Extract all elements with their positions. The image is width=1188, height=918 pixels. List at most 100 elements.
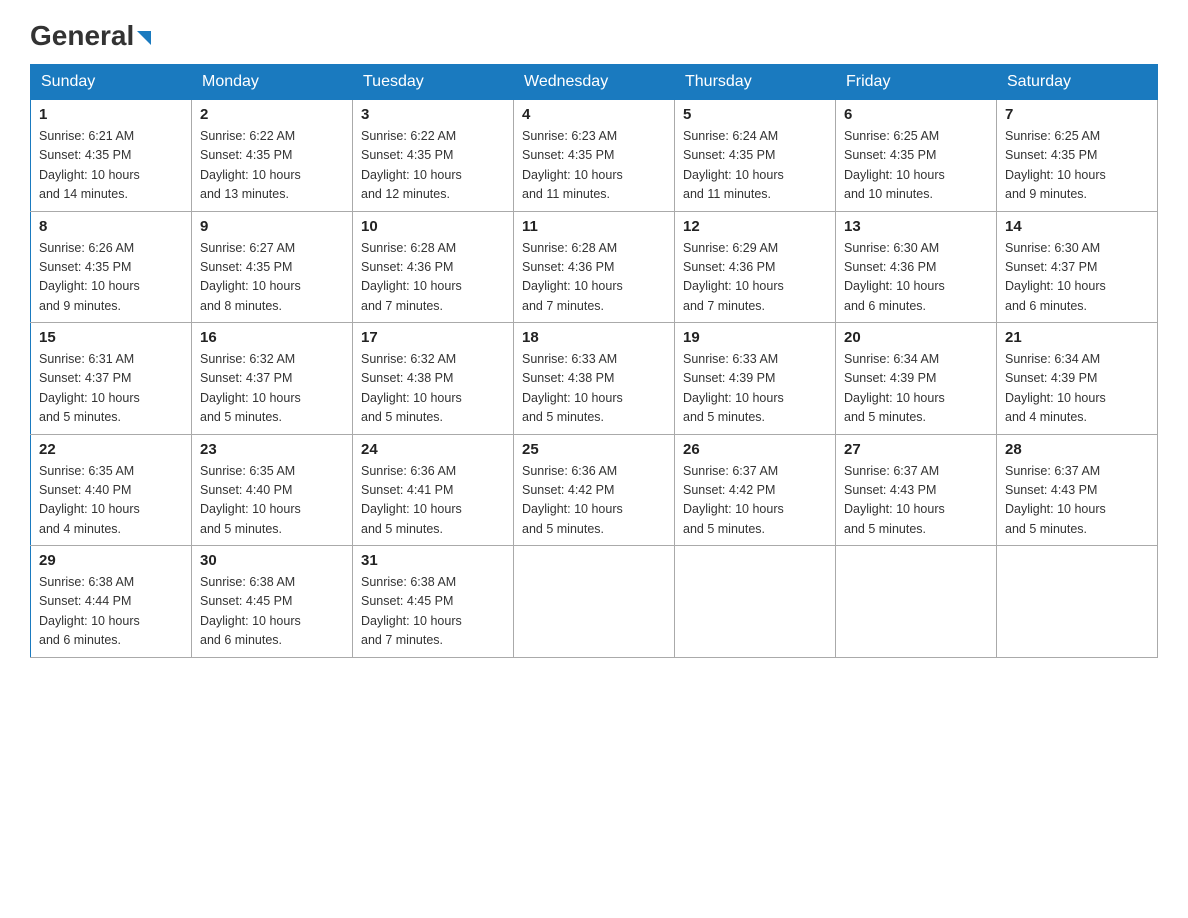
logo-general: General bbox=[30, 20, 134, 52]
calendar-cell: 7 Sunrise: 6:25 AM Sunset: 4:35 PM Dayli… bbox=[997, 100, 1158, 212]
day-number: 14 bbox=[1005, 218, 1149, 235]
day-info: Sunrise: 6:29 AM Sunset: 4:36 PM Dayligh… bbox=[683, 239, 827, 317]
calendar-cell: 23 Sunrise: 6:35 AM Sunset: 4:40 PM Dayl… bbox=[192, 434, 353, 546]
page-header: General bbox=[30, 20, 1158, 48]
day-number: 1 bbox=[39, 106, 183, 123]
calendar-header-row: SundayMondayTuesdayWednesdayThursdayFrid… bbox=[31, 65, 1158, 100]
day-info: Sunrise: 6:30 AM Sunset: 4:37 PM Dayligh… bbox=[1005, 239, 1149, 317]
col-header-wednesday: Wednesday bbox=[514, 65, 675, 100]
day-number: 20 bbox=[844, 329, 988, 346]
day-number: 10 bbox=[361, 218, 505, 235]
calendar-cell: 2 Sunrise: 6:22 AM Sunset: 4:35 PM Dayli… bbox=[192, 100, 353, 212]
day-number: 18 bbox=[522, 329, 666, 346]
calendar-cell: 19 Sunrise: 6:33 AM Sunset: 4:39 PM Dayl… bbox=[675, 323, 836, 435]
calendar-cell: 5 Sunrise: 6:24 AM Sunset: 4:35 PM Dayli… bbox=[675, 100, 836, 212]
day-info: Sunrise: 6:32 AM Sunset: 4:38 PM Dayligh… bbox=[361, 350, 505, 428]
day-info: Sunrise: 6:25 AM Sunset: 4:35 PM Dayligh… bbox=[844, 127, 988, 205]
calendar-cell: 15 Sunrise: 6:31 AM Sunset: 4:37 PM Dayl… bbox=[31, 323, 192, 435]
calendar-cell: 1 Sunrise: 6:21 AM Sunset: 4:35 PM Dayli… bbox=[31, 100, 192, 212]
logo: General bbox=[30, 20, 151, 48]
col-header-monday: Monday bbox=[192, 65, 353, 100]
calendar-cell bbox=[997, 546, 1158, 658]
day-number: 16 bbox=[200, 329, 344, 346]
day-number: 21 bbox=[1005, 329, 1149, 346]
day-info: Sunrise: 6:35 AM Sunset: 4:40 PM Dayligh… bbox=[39, 462, 183, 540]
day-info: Sunrise: 6:38 AM Sunset: 4:45 PM Dayligh… bbox=[200, 573, 344, 651]
col-header-friday: Friday bbox=[836, 65, 997, 100]
day-info: Sunrise: 6:35 AM Sunset: 4:40 PM Dayligh… bbox=[200, 462, 344, 540]
day-number: 31 bbox=[361, 552, 505, 569]
calendar-week-row: 15 Sunrise: 6:31 AM Sunset: 4:37 PM Dayl… bbox=[31, 323, 1158, 435]
col-header-thursday: Thursday bbox=[675, 65, 836, 100]
day-info: Sunrise: 6:38 AM Sunset: 4:44 PM Dayligh… bbox=[39, 573, 183, 651]
calendar-table: SundayMondayTuesdayWednesdayThursdayFrid… bbox=[30, 64, 1158, 658]
day-info: Sunrise: 6:27 AM Sunset: 4:35 PM Dayligh… bbox=[200, 239, 344, 317]
calendar-week-row: 8 Sunrise: 6:26 AM Sunset: 4:35 PM Dayli… bbox=[31, 211, 1158, 323]
day-number: 5 bbox=[683, 106, 827, 123]
calendar-cell: 21 Sunrise: 6:34 AM Sunset: 4:39 PM Dayl… bbox=[997, 323, 1158, 435]
day-number: 23 bbox=[200, 441, 344, 458]
calendar-cell: 16 Sunrise: 6:32 AM Sunset: 4:37 PM Dayl… bbox=[192, 323, 353, 435]
day-number: 3 bbox=[361, 106, 505, 123]
day-number: 8 bbox=[39, 218, 183, 235]
day-info: Sunrise: 6:24 AM Sunset: 4:35 PM Dayligh… bbox=[683, 127, 827, 205]
calendar-cell: 20 Sunrise: 6:34 AM Sunset: 4:39 PM Dayl… bbox=[836, 323, 997, 435]
calendar-cell: 17 Sunrise: 6:32 AM Sunset: 4:38 PM Dayl… bbox=[353, 323, 514, 435]
calendar-week-row: 1 Sunrise: 6:21 AM Sunset: 4:35 PM Dayli… bbox=[31, 100, 1158, 212]
day-number: 28 bbox=[1005, 441, 1149, 458]
calendar-cell: 4 Sunrise: 6:23 AM Sunset: 4:35 PM Dayli… bbox=[514, 100, 675, 212]
day-number: 9 bbox=[200, 218, 344, 235]
day-number: 15 bbox=[39, 329, 183, 346]
day-info: Sunrise: 6:21 AM Sunset: 4:35 PM Dayligh… bbox=[39, 127, 183, 205]
day-number: 19 bbox=[683, 329, 827, 346]
calendar-cell: 26 Sunrise: 6:37 AM Sunset: 4:42 PM Dayl… bbox=[675, 434, 836, 546]
day-number: 24 bbox=[361, 441, 505, 458]
day-info: Sunrise: 6:31 AM Sunset: 4:37 PM Dayligh… bbox=[39, 350, 183, 428]
calendar-cell: 14 Sunrise: 6:30 AM Sunset: 4:37 PM Dayl… bbox=[997, 211, 1158, 323]
day-info: Sunrise: 6:23 AM Sunset: 4:35 PM Dayligh… bbox=[522, 127, 666, 205]
day-info: Sunrise: 6:28 AM Sunset: 4:36 PM Dayligh… bbox=[522, 239, 666, 317]
calendar-cell: 8 Sunrise: 6:26 AM Sunset: 4:35 PM Dayli… bbox=[31, 211, 192, 323]
day-number: 26 bbox=[683, 441, 827, 458]
day-number: 30 bbox=[200, 552, 344, 569]
day-number: 27 bbox=[844, 441, 988, 458]
day-number: 29 bbox=[39, 552, 183, 569]
day-info: Sunrise: 6:32 AM Sunset: 4:37 PM Dayligh… bbox=[200, 350, 344, 428]
calendar-cell: 30 Sunrise: 6:38 AM Sunset: 4:45 PM Dayl… bbox=[192, 546, 353, 658]
calendar-cell bbox=[514, 546, 675, 658]
logo-arrow-icon bbox=[137, 31, 151, 45]
day-number: 17 bbox=[361, 329, 505, 346]
calendar-cell: 10 Sunrise: 6:28 AM Sunset: 4:36 PM Dayl… bbox=[353, 211, 514, 323]
day-info: Sunrise: 6:36 AM Sunset: 4:41 PM Dayligh… bbox=[361, 462, 505, 540]
day-info: Sunrise: 6:37 AM Sunset: 4:43 PM Dayligh… bbox=[844, 462, 988, 540]
day-info: Sunrise: 6:37 AM Sunset: 4:43 PM Dayligh… bbox=[1005, 462, 1149, 540]
calendar-cell: 13 Sunrise: 6:30 AM Sunset: 4:36 PM Dayl… bbox=[836, 211, 997, 323]
col-header-saturday: Saturday bbox=[997, 65, 1158, 100]
calendar-week-row: 22 Sunrise: 6:35 AM Sunset: 4:40 PM Dayl… bbox=[31, 434, 1158, 546]
day-info: Sunrise: 6:36 AM Sunset: 4:42 PM Dayligh… bbox=[522, 462, 666, 540]
day-info: Sunrise: 6:33 AM Sunset: 4:38 PM Dayligh… bbox=[522, 350, 666, 428]
calendar-cell: 31 Sunrise: 6:38 AM Sunset: 4:45 PM Dayl… bbox=[353, 546, 514, 658]
calendar-cell: 6 Sunrise: 6:25 AM Sunset: 4:35 PM Dayli… bbox=[836, 100, 997, 212]
day-info: Sunrise: 6:28 AM Sunset: 4:36 PM Dayligh… bbox=[361, 239, 505, 317]
day-number: 22 bbox=[39, 441, 183, 458]
day-number: 13 bbox=[844, 218, 988, 235]
day-number: 25 bbox=[522, 441, 666, 458]
calendar-cell bbox=[675, 546, 836, 658]
calendar-cell: 11 Sunrise: 6:28 AM Sunset: 4:36 PM Dayl… bbox=[514, 211, 675, 323]
day-info: Sunrise: 6:25 AM Sunset: 4:35 PM Dayligh… bbox=[1005, 127, 1149, 205]
day-number: 7 bbox=[1005, 106, 1149, 123]
calendar-cell bbox=[836, 546, 997, 658]
day-info: Sunrise: 6:34 AM Sunset: 4:39 PM Dayligh… bbox=[844, 350, 988, 428]
calendar-cell: 29 Sunrise: 6:38 AM Sunset: 4:44 PM Dayl… bbox=[31, 546, 192, 658]
day-number: 12 bbox=[683, 218, 827, 235]
day-info: Sunrise: 6:37 AM Sunset: 4:42 PM Dayligh… bbox=[683, 462, 827, 540]
day-number: 2 bbox=[200, 106, 344, 123]
calendar-cell: 27 Sunrise: 6:37 AM Sunset: 4:43 PM Dayl… bbox=[836, 434, 997, 546]
col-header-tuesday: Tuesday bbox=[353, 65, 514, 100]
day-info: Sunrise: 6:33 AM Sunset: 4:39 PM Dayligh… bbox=[683, 350, 827, 428]
calendar-cell: 18 Sunrise: 6:33 AM Sunset: 4:38 PM Dayl… bbox=[514, 323, 675, 435]
calendar-cell: 24 Sunrise: 6:36 AM Sunset: 4:41 PM Dayl… bbox=[353, 434, 514, 546]
day-number: 4 bbox=[522, 106, 666, 123]
calendar-cell: 28 Sunrise: 6:37 AM Sunset: 4:43 PM Dayl… bbox=[997, 434, 1158, 546]
